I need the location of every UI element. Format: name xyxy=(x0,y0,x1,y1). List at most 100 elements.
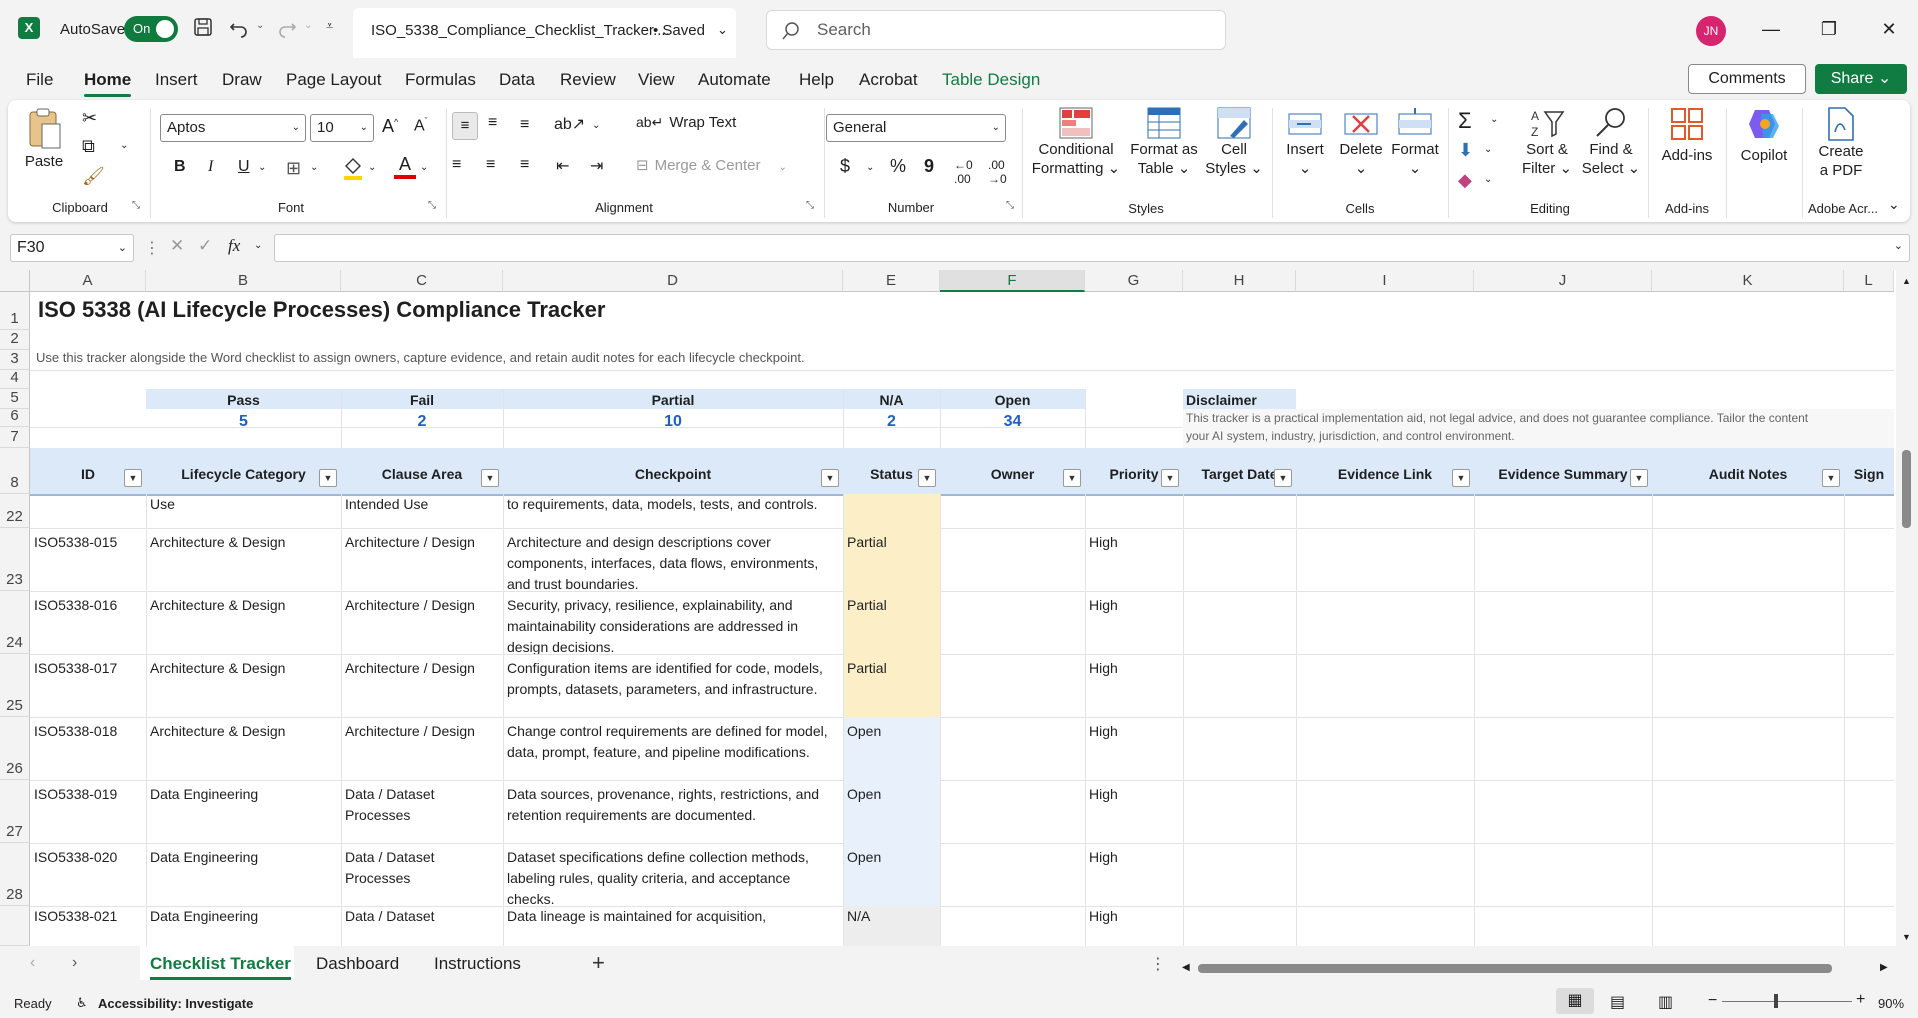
underline-dropdown-icon[interactable]: ⌄ xyxy=(258,162,266,173)
minimize-icon[interactable]: — xyxy=(1756,14,1786,44)
cell-id[interactable]: ISO5338-020 xyxy=(30,845,146,870)
filter-audit-notes-icon[interactable]: ▼ xyxy=(1822,469,1840,487)
vertical-scrollbar[interactable]: ▲ ▼ xyxy=(1896,270,1918,946)
filter-lifecycle-category-icon[interactable]: ▼ xyxy=(319,469,337,487)
cell-category[interactable]: Architecture & Design xyxy=(146,593,341,618)
font-launcher-icon[interactable]: ⤡ xyxy=(428,200,436,211)
page-layout-view-icon[interactable]: ▤ xyxy=(1610,992,1625,1012)
cell-priority[interactable]: High xyxy=(1085,593,1183,618)
cell-checkpoint[interactable]: Data lineage is maintained for acquisiti… xyxy=(503,904,843,929)
font-color-icon[interactable]: A xyxy=(394,154,416,182)
align-right-icon[interactable]: ≡ xyxy=(520,156,529,174)
cell-status[interactable]: Partial xyxy=(843,593,940,618)
enter-icon[interactable]: ✓ xyxy=(198,236,212,256)
menu-page-layout[interactable]: Page Layout xyxy=(286,70,381,90)
col-header-i[interactable]: I xyxy=(1296,270,1474,292)
undo-dropdown-icon[interactable]: ⌄ xyxy=(256,20,264,31)
tab-instructions[interactable]: Instructions xyxy=(434,954,521,974)
col-header-h[interactable]: H xyxy=(1183,270,1296,292)
cell-status[interactable]: Open xyxy=(843,719,940,744)
italic-button[interactable]: I xyxy=(208,158,213,176)
format-as-table-button[interactable]: Format as Table ⌄ xyxy=(1126,106,1202,178)
worksheet-grid[interactable]: A B C D E F G H I J K L 1 2 3 4 5 6 7 8 … xyxy=(0,270,1918,946)
filter-id-icon[interactable]: ▼ xyxy=(124,469,142,487)
scroll-down-icon[interactable]: ▼ xyxy=(1902,932,1911,942)
zoom-slider[interactable] xyxy=(1722,1001,1852,1002)
wrap-text-button[interactable]: ab↵ Wrap Text xyxy=(636,114,736,132)
percent-button[interactable]: % xyxy=(890,156,906,177)
row-header[interactable]: 6 xyxy=(0,407,30,427)
borders-icon[interactable]: ⊞ xyxy=(286,158,301,179)
currency-button[interactable]: $ xyxy=(840,156,850,177)
menu-file[interactable]: File xyxy=(26,70,53,90)
cell-status[interactable]: Open xyxy=(843,782,940,807)
cell-status[interactable]: Partial xyxy=(843,530,940,555)
filter-evidence-link-icon[interactable]: ▼ xyxy=(1452,469,1470,487)
restore-icon[interactable]: ❐ xyxy=(1814,14,1844,44)
autosave-toggle[interactable]: On xyxy=(124,16,178,42)
sort-filter-button[interactable]: AZ Sort & Filter ⌄ xyxy=(1516,106,1578,178)
align-center-icon[interactable]: ≡ xyxy=(486,156,495,174)
menu-formulas[interactable]: Formulas xyxy=(405,70,476,90)
cell-category[interactable]: Use xyxy=(146,492,341,517)
align-middle-icon[interactable]: ≡ xyxy=(488,114,497,132)
cell-id[interactable]: ISO5338-019 xyxy=(30,782,146,807)
cell-category[interactable]: Data Engineering xyxy=(146,845,341,870)
add-ins-button[interactable]: Add-ins xyxy=(1652,106,1722,165)
create-pdf-button[interactable]: Create a PDF xyxy=(1806,106,1876,180)
next-sheet-icon[interactable]: › xyxy=(72,954,77,972)
row-header[interactable]: 1 xyxy=(0,292,30,330)
underline-button[interactable]: U xyxy=(238,158,250,176)
filter-evidence-summary-icon[interactable]: ▼ xyxy=(1630,469,1648,487)
undo-icon[interactable] xyxy=(228,16,252,40)
save-icon[interactable] xyxy=(192,16,216,40)
row-header[interactable]: 25 xyxy=(0,654,30,717)
menu-view[interactable]: View xyxy=(638,70,675,90)
menu-home[interactable]: Home xyxy=(84,70,132,97)
prev-sheet-icon[interactable]: ‹ xyxy=(30,954,35,972)
cell-id[interactable]: ISO5338-015 xyxy=(30,530,146,555)
clipboard-launcher-icon[interactable]: ⤡ xyxy=(132,200,140,211)
col-header-k[interactable]: K xyxy=(1652,270,1844,292)
tab-checklist-tracker[interactable]: Checklist Tracker xyxy=(150,954,291,980)
scroll-right-icon[interactable]: ▶ xyxy=(1880,962,1888,973)
zoom-level[interactable]: 90% xyxy=(1878,996,1904,1011)
sheet-options-icon[interactable]: ⋮ xyxy=(1150,954,1166,974)
filter-target-date-icon[interactable]: ▼ xyxy=(1274,469,1292,487)
function-dropdown-icon[interactable]: ⌄ xyxy=(254,240,262,251)
insert-function-icon[interactable]: fx xyxy=(228,236,240,256)
menu-review[interactable]: Review xyxy=(560,70,616,90)
menu-insert[interactable]: Insert xyxy=(155,70,198,90)
avatar[interactable]: JN xyxy=(1696,16,1726,46)
col-header-e[interactable]: E xyxy=(843,270,940,292)
select-all-corner[interactable] xyxy=(0,270,30,292)
cell-status[interactable]: Open xyxy=(843,845,940,870)
cell-checkpoint[interactable]: Configuration items are identified for c… xyxy=(503,656,843,702)
cell-category[interactable]: Architecture & Design xyxy=(146,530,341,555)
cell-checkpoint[interactable]: Change control requirements are defined … xyxy=(503,719,843,765)
horizontal-scroll-thumb[interactable] xyxy=(1198,964,1832,973)
cell-category[interactable]: Data Engineering xyxy=(146,782,341,807)
cell-checkpoint[interactable]: Data sources, provenance, rights, restri… xyxy=(503,782,843,828)
cell-clause[interactable]: Intended Use xyxy=(341,492,503,517)
cell-id[interactable]: ISO5338-021 xyxy=(30,904,146,929)
row-header[interactable]: 5 xyxy=(0,389,30,409)
col-header-g[interactable]: G xyxy=(1085,270,1183,292)
row-header[interactable]: 26 xyxy=(0,717,30,780)
page-break-view-icon[interactable]: ▥ xyxy=(1658,992,1673,1012)
menu-automate[interactable]: Automate xyxy=(698,70,771,90)
redo-icon[interactable] xyxy=(276,16,300,40)
cell-status[interactable]: Partial xyxy=(843,656,940,681)
increase-indent-icon[interactable]: ⇥ xyxy=(590,156,603,176)
scroll-up-icon[interactable]: ▲ xyxy=(1902,276,1911,286)
paste-button[interactable]: Paste xyxy=(22,106,66,171)
add-sheet-icon[interactable]: + xyxy=(592,950,605,976)
cell-priority[interactable]: High xyxy=(1085,904,1183,929)
filter-owner-icon[interactable]: ▼ xyxy=(1063,469,1081,487)
increase-decimal-icon[interactable]: ←0.00 xyxy=(954,158,973,186)
row-header[interactable]: 3 xyxy=(0,350,30,370)
cell-id[interactable]: ISO5338-018 xyxy=(30,719,146,744)
vertical-scroll-thumb[interactable] xyxy=(1902,450,1911,528)
decrease-indent-icon[interactable]: ⇤ xyxy=(556,156,569,176)
filter-checkpoint-icon[interactable]: ▼ xyxy=(821,469,839,487)
